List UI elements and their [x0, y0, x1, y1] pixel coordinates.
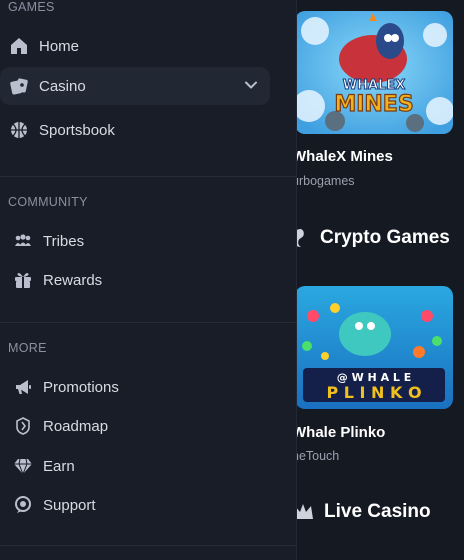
sidebar-divider	[0, 176, 297, 177]
section-title-live-casino: Live Casino	[324, 501, 431, 522]
whale-plinko-art: @ W H A L E P L I N K O	[295, 286, 453, 409]
sidebar-item-label: Tribes	[43, 232, 85, 250]
plinko-art-text: P L I N K O	[326, 383, 421, 402]
sidebar-divider	[0, 545, 297, 546]
sidebar-item-label: Home	[39, 37, 80, 55]
sidebar-item-sportsbook[interactable]: Sportsbook	[0, 111, 270, 149]
diamond-icon	[12, 455, 34, 477]
sidebar-item-roadmap[interactable]: Roadmap	[0, 407, 270, 445]
sidebar-item-promotions[interactable]: Promotions	[0, 368, 270, 406]
game-provider-whale-plinko: neTouch	[292, 449, 340, 463]
sidebar-item-label: Earn	[43, 457, 75, 475]
more-group-label: MORE	[8, 341, 47, 355]
games-group-label: GAMES	[8, 0, 55, 14]
game-title-whale-plinko[interactable]: Whale Plinko	[292, 424, 385, 441]
sidebar-item-rewards[interactable]: Rewards	[0, 261, 270, 299]
sidebar-item-support[interactable]: Support	[0, 486, 270, 524]
sidebar-item-label: Support	[43, 496, 96, 514]
home-icon	[8, 35, 30, 57]
gift-icon	[12, 269, 34, 291]
sidebar-item-label: Rewards	[43, 271, 103, 289]
sidebar: GAMES Home Casino Sportsbook COMMUNITY T…	[0, 0, 297, 560]
sidebar-item-label: Sportsbook	[39, 121, 115, 139]
basketball-icon	[8, 119, 30, 141]
roadmap-icon	[12, 415, 34, 437]
game-provider-whalex-mines: urbogames	[292, 174, 355, 188]
cards-icon	[8, 75, 30, 97]
megaphone-icon	[12, 376, 34, 398]
sidebar-item-casino[interactable]: Casino	[0, 67, 270, 105]
game-card-whale-plinko[interactable]: @ W H A L E P L I N K O	[295, 286, 453, 409]
section-title-crypto-games: Crypto Games	[320, 227, 450, 248]
sidebar-item-tribes[interactable]: Tribes	[0, 222, 270, 260]
section-live-casino: Live Casino	[290, 501, 431, 523]
whalex-mines-art: WHALEX MINES	[295, 11, 453, 134]
tribes-icon	[12, 230, 34, 252]
sidebar-item-earn[interactable]: Earn	[0, 447, 270, 485]
community-group-label: COMMUNITY	[8, 195, 88, 209]
sidebar-item-label: Roadmap	[43, 417, 109, 435]
game-card-whalex-mines[interactable]: WHALEX MINES	[295, 11, 453, 134]
sidebar-item-home[interactable]: Home	[0, 27, 270, 65]
sidebar-item-label: Casino	[39, 77, 86, 95]
sidebar-item-label: Promotions	[43, 378, 119, 396]
section-crypto-games: Crypto Games	[290, 227, 450, 249]
game-title-whalex-mines[interactable]: WhaleX Mines	[292, 148, 393, 165]
sidebar-divider	[0, 322, 297, 323]
support-icon	[12, 494, 34, 516]
whalex-brand-text: WHALEX	[343, 78, 405, 93]
mines-art-text: MINES	[334, 92, 413, 117]
chevron-down-icon[interactable]	[244, 78, 258, 97]
